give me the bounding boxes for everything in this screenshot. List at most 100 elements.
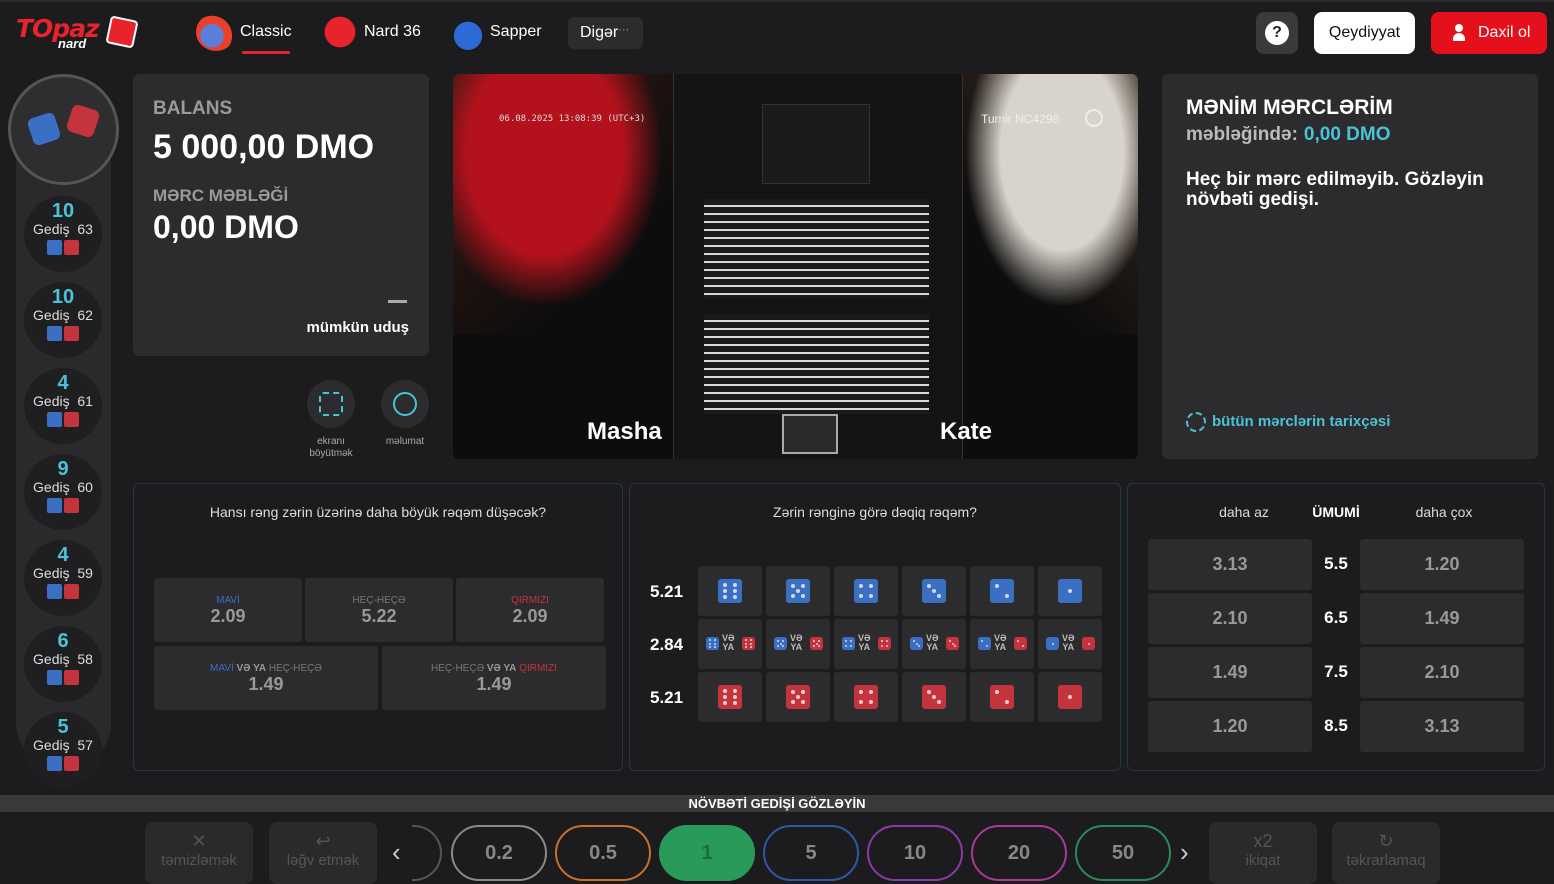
logo[interactable]: TOpaz nard [16,14,140,51]
color-bets-panel: Hansı rəng zərin üzərinə daha böyük rəqə… [133,483,623,771]
exact-bet-cell[interactable] [970,672,1034,722]
exact-bet-cell[interactable] [698,566,762,616]
exact-bet-cell[interactable]: VƏ YA [766,619,830,669]
bet-amount-label: MƏRC MƏBLƏĞİ [153,186,289,205]
chip-1[interactable]: 1 [659,825,755,881]
chip-10[interactable]: 10 [867,825,963,881]
exact-bet-cell[interactable] [834,672,898,722]
exact-bet-cell[interactable] [1038,672,1102,722]
nav-nard36[interactable]: Nard 36 [320,12,421,52]
chip-20[interactable]: 20 [971,825,1067,881]
exact-bet-cell[interactable] [902,672,966,722]
exact-bet-cell[interactable]: VƏ YA [834,619,898,669]
more-bet-cell[interactable]: 1.49 [1360,593,1524,644]
register-button[interactable]: Qeydiyyat [1314,12,1415,54]
history-item: 4 Gediş 61 [24,368,102,444]
history-game: Gediş 62 [33,307,93,323]
help-button[interactable]: ? [1256,12,1298,54]
chip-5[interactable]: 5 [763,825,859,881]
login-button[interactable]: Daxil ol [1431,12,1547,54]
exact-bet-cell[interactable] [902,566,966,616]
exact-bet-cell[interactable] [766,672,830,722]
exact-bet-cell[interactable]: VƏ YA [970,619,1034,669]
color-bet-odd: 2.09 [210,606,246,626]
exact-bet-cell[interactable]: VƏ YA [698,619,762,669]
less-bet-cell[interactable]: 2.10 [1148,593,1312,644]
more-bet-cell[interactable]: 1.20 [1360,539,1524,590]
or-label: VƏ YA [790,633,803,652]
undo-icon: ↩ [315,831,331,851]
nav-sapper[interactable]: Sapper [450,12,542,52]
dice-cup [762,104,870,184]
color-bet-odd: 5.22 [361,606,397,626]
chip-50[interactable]: 50 [1075,825,1171,881]
live-video: 06.08.2025 13:08:39 (UTC+3) Turnir NC429… [453,74,1138,459]
chip-0.2[interactable]: 0.2 [451,825,547,881]
fullscreen-button[interactable] [307,380,355,428]
double-button[interactable]: x2 ikiqat [1209,822,1317,884]
exact-bet-cell[interactable]: VƏ YA [902,619,966,669]
exact-bet-cell[interactable] [698,672,762,722]
blue-die-icon [706,637,719,650]
color-bet-cell[interactable]: QIRMIZI 2.09 [456,578,604,642]
red-die-icon [65,103,101,139]
clear-button[interactable]: ✕ təmizləmək [145,822,253,884]
more-menu-button[interactable]: Digər··· [568,17,643,49]
combo-bet-label: HEÇ-HEÇƏ VƏ YA QIRMIZI [431,663,557,674]
color-bet-cell[interactable]: HEÇ-HEÇƏ 5.22 [305,578,453,642]
exact-bet-cell[interactable] [766,566,830,616]
backgammon-board [673,74,963,459]
repeat-icon: ↻ [1378,831,1394,851]
more-dots-icon: ··· [618,24,630,36]
chip-bar: ✕ təmizləmək ↩ ləğv etmək ‹ 0.2 0.5 1 5 10 20 50… [0,812,1554,884]
combo-bet-cell[interactable]: HEÇ-HEÇƏ VƏ YA QIRMIZI 1.49 [382,646,606,710]
red-die-icon [854,685,878,709]
red-die-icon [64,326,79,341]
less-bet-cell[interactable]: 1.49 [1148,647,1312,698]
red-die-icon [64,584,79,599]
color-bet-label: QIRMIZI [511,595,549,606]
history-item: 5 Gediş 57 [24,712,102,788]
nav-sapper-label: Sapper [490,23,542,40]
color-bet-cell[interactable]: MAVİ 2.09 [154,578,302,642]
more-bet-cell[interactable]: 3.13 [1360,701,1524,752]
combo-bet-cell[interactable]: MAVİ VƏ YA HEÇ-HEÇƏ 1.49 [154,646,378,710]
blue-die-icon [718,579,742,603]
double-icon: x2 [1253,831,1273,851]
exact-bet-cell[interactable] [834,566,898,616]
blue-die-icon [922,579,946,603]
exact-bet-cell[interactable] [1038,566,1102,616]
balance-panel: BALANS 5 000,00 DMO MƏRC MƏBLƏĞİ 0,00 DM… [133,74,429,356]
less-bet-cell[interactable]: 3.13 [1148,539,1312,590]
undo-button[interactable]: ↩ ləğv etmək [269,822,377,884]
blue-die-icon [47,498,62,513]
exact-bet-cell[interactable] [970,566,1034,616]
history-sum: 10 [51,200,75,222]
history-sum: 5 [57,716,69,738]
history-sum: 9 [57,458,69,480]
or-label: VƏ YA [722,633,735,652]
total-label: ÜMUMİ [1312,504,1360,520]
info-button[interactable] [381,380,429,428]
history-sum: 4 [57,372,69,394]
history-sum: 10 [51,286,75,308]
dice-history-toggle[interactable] [8,74,119,185]
chips-next-button[interactable]: › [1180,838,1189,866]
board-top-half [704,199,929,299]
repeat-button[interactable]: ↻ təkrarlamaq [1332,822,1440,884]
more-label: daha çox [1415,504,1473,520]
wait-banner: NÖVBƏTİ GEDİŞİ GÖZLƏYİN [0,795,1554,812]
video-settings-icon[interactable] [1085,109,1103,127]
blue-die-icon [774,637,787,650]
more-bet-cell[interactable]: 2.10 [1360,647,1524,698]
chips-prev-button[interactable]: ‹ [392,838,401,866]
less-bet-cell[interactable]: 1.20 [1148,701,1312,752]
chip-0.5[interactable]: 0.5 [555,825,651,881]
exact-bet-cell[interactable]: VƏ YA [1038,619,1102,669]
clear-icon: ✕ [191,831,207,851]
bet-history-link[interactable]: bütün mərclərin tarixçəsi [1186,412,1390,432]
blue-die-icon [47,326,62,341]
nav-nard36-label: Nard 36 [364,23,421,40]
nav-classic[interactable]: Classic [196,12,292,54]
blue-die-icon [47,756,62,771]
